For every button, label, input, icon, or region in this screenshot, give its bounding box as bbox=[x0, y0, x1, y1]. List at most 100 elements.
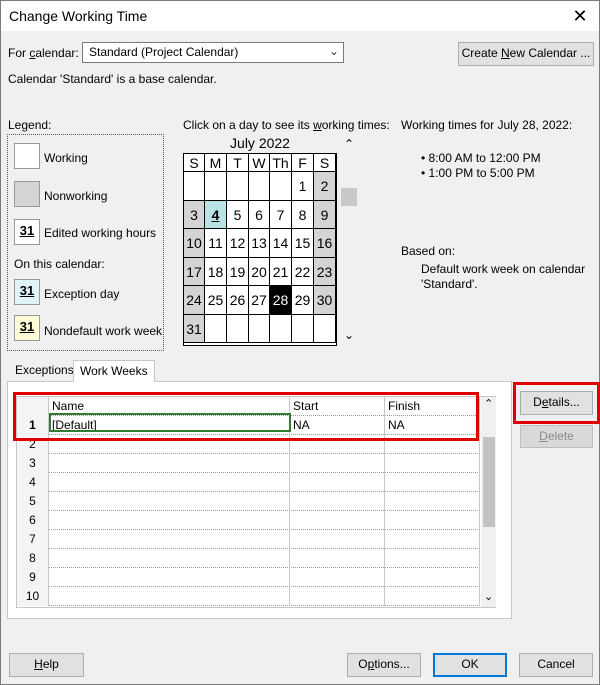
finish-cell[interactable] bbox=[385, 473, 480, 492]
calendar-day[interactable]: 13 bbox=[249, 229, 270, 258]
calendar-day[interactable]: 3 bbox=[184, 200, 205, 229]
table-row[interactable]: 5 bbox=[17, 492, 480, 511]
calendar-day[interactable]: 10 bbox=[184, 229, 205, 258]
calendar-day[interactable]: 28 bbox=[270, 286, 292, 315]
calendar-day[interactable]: 23 bbox=[314, 257, 336, 286]
calendar-day[interactable]: 15 bbox=[292, 229, 314, 258]
calendar-day[interactable]: 4 bbox=[205, 200, 227, 229]
based-on-text: Default work week on calendar 'Standard'… bbox=[421, 262, 586, 291]
name-cell[interactable] bbox=[49, 530, 290, 549]
calendar-empty-cell bbox=[270, 172, 292, 201]
calendar-day[interactable]: 5 bbox=[227, 200, 249, 229]
calendar-day[interactable]: 8 bbox=[292, 200, 314, 229]
calendar-select[interactable]: Standard (Project Calendar) ⌄ bbox=[82, 42, 344, 63]
title-bar: Change Working Time ✕ bbox=[1, 1, 599, 31]
calendar-select-value: Standard (Project Calendar) bbox=[89, 45, 239, 59]
start-cell[interactable] bbox=[290, 454, 385, 473]
calendar-day[interactable]: 27 bbox=[249, 286, 270, 315]
finish-cell[interactable] bbox=[385, 549, 480, 568]
details-button[interactable]: Details... bbox=[520, 391, 593, 415]
name-cell[interactable] bbox=[49, 454, 290, 473]
working-time-item: • 1:00 PM to 5:00 PM bbox=[421, 166, 535, 180]
ok-button[interactable]: OK bbox=[433, 653, 507, 677]
name-cell[interactable] bbox=[49, 492, 290, 511]
calendar-day[interactable]: 29 bbox=[292, 286, 314, 315]
month-calendar[interactable]: S M T W Th F S 1 2 3 4 5 6 7 8 9 10 11 12 13 14 15 16 17 18 19 20 2… bbox=[183, 153, 337, 346]
table-row[interactable]: 10 bbox=[17, 587, 480, 606]
name-cell[interactable] bbox=[49, 511, 290, 530]
legend-edited-hours: Edited working hours bbox=[44, 226, 157, 240]
grid-scroll-up-icon[interactable]: ⌃ bbox=[484, 397, 493, 410]
calendar-day[interactable]: 17 bbox=[184, 257, 205, 286]
calendar-scroll-up-icon[interactable]: ⌃ bbox=[344, 137, 354, 151]
calendar-scroll-thumb[interactable] bbox=[341, 188, 357, 206]
calendar-day[interactable]: 18 bbox=[205, 257, 227, 286]
table-row[interactable]: 9 bbox=[17, 568, 480, 587]
options-button[interactable]: Options... bbox=[347, 653, 421, 677]
start-cell[interactable] bbox=[290, 492, 385, 511]
finish-cell[interactable] bbox=[385, 530, 480, 549]
table-row[interactable]: 3 bbox=[17, 454, 480, 473]
calendar-day[interactable]: 7 bbox=[270, 200, 292, 229]
highlight-box-row bbox=[13, 392, 479, 441]
calendar-day[interactable]: 1 bbox=[292, 172, 314, 201]
row-number: 7 bbox=[17, 530, 49, 549]
start-cell[interactable] bbox=[290, 530, 385, 549]
base-calendar-note: Calendar 'Standard' is a base calendar. bbox=[8, 72, 217, 86]
calendar-day[interactable]: 22 bbox=[292, 257, 314, 286]
start-cell[interactable] bbox=[290, 587, 385, 606]
finish-cell[interactable] bbox=[385, 511, 480, 530]
table-row[interactable]: 7 bbox=[17, 530, 480, 549]
working-times-title: Working times for July 28, 2022: bbox=[401, 118, 573, 132]
calendar-day[interactable]: 24 bbox=[184, 286, 205, 315]
close-icon[interactable]: ✕ bbox=[569, 5, 591, 27]
calendar-day[interactable]: 31 bbox=[184, 314, 205, 343]
chevron-down-icon: ⌄ bbox=[328, 44, 339, 58]
grid-scroll-down-icon[interactable]: ⌄ bbox=[484, 590, 493, 603]
name-cell[interactable] bbox=[49, 549, 290, 568]
delete-button[interactable]: Delete bbox=[520, 425, 593, 448]
start-cell[interactable] bbox=[290, 511, 385, 530]
working-swatch bbox=[14, 143, 40, 169]
calendar-day[interactable]: 16 bbox=[314, 229, 336, 258]
calendar-day[interactable]: 11 bbox=[205, 229, 227, 258]
calendar-day[interactable]: 19 bbox=[227, 257, 249, 286]
calendar-day[interactable]: 25 bbox=[205, 286, 227, 315]
start-cell[interactable] bbox=[290, 549, 385, 568]
calendar-day[interactable]: 30 bbox=[314, 286, 336, 315]
calendar-scroll-down-icon[interactable]: ⌄ bbox=[344, 328, 354, 342]
table-row[interactable]: 6 bbox=[17, 511, 480, 530]
table-row[interactable]: 4 bbox=[17, 473, 480, 492]
calendar-empty-cell bbox=[314, 314, 336, 343]
calendar-day[interactable]: 21 bbox=[270, 257, 292, 286]
weekday-header: S bbox=[184, 154, 205, 172]
calendar-day[interactable]: 9 bbox=[314, 200, 336, 229]
calendar-empty-cell bbox=[270, 314, 292, 343]
calendar-day[interactable]: 6 bbox=[249, 200, 270, 229]
weekday-header: M bbox=[205, 154, 227, 172]
calendar-day[interactable]: 12 bbox=[227, 229, 249, 258]
calendar-day[interactable]: 14 bbox=[270, 229, 292, 258]
cancel-button[interactable]: Cancel bbox=[519, 653, 593, 677]
grid-scroll-thumb[interactable] bbox=[483, 437, 495, 527]
name-cell[interactable] bbox=[49, 568, 290, 587]
row-number: 3 bbox=[17, 454, 49, 473]
name-cell[interactable] bbox=[49, 587, 290, 606]
tab-exceptions[interactable]: Exceptions bbox=[9, 360, 80, 382]
calendar-day[interactable]: 20 bbox=[249, 257, 270, 286]
finish-cell[interactable] bbox=[385, 568, 480, 587]
start-cell[interactable] bbox=[290, 568, 385, 587]
start-cell[interactable] bbox=[290, 473, 385, 492]
name-cell[interactable] bbox=[49, 473, 290, 492]
finish-cell[interactable] bbox=[385, 454, 480, 473]
finish-cell[interactable] bbox=[385, 492, 480, 511]
create-new-calendar-button[interactable]: Create New Calendar ... bbox=[458, 42, 594, 66]
calendar-day[interactable]: 26 bbox=[227, 286, 249, 315]
table-row[interactable]: 8 bbox=[17, 549, 480, 568]
calendar-day[interactable]: 2 bbox=[314, 172, 336, 201]
nonworking-swatch bbox=[14, 181, 40, 207]
tab-work-weeks[interactable]: Work Weeks bbox=[73, 360, 155, 382]
help-button[interactable]: Help bbox=[9, 653, 84, 677]
finish-cell[interactable] bbox=[385, 587, 480, 606]
row-number: 8 bbox=[17, 549, 49, 568]
